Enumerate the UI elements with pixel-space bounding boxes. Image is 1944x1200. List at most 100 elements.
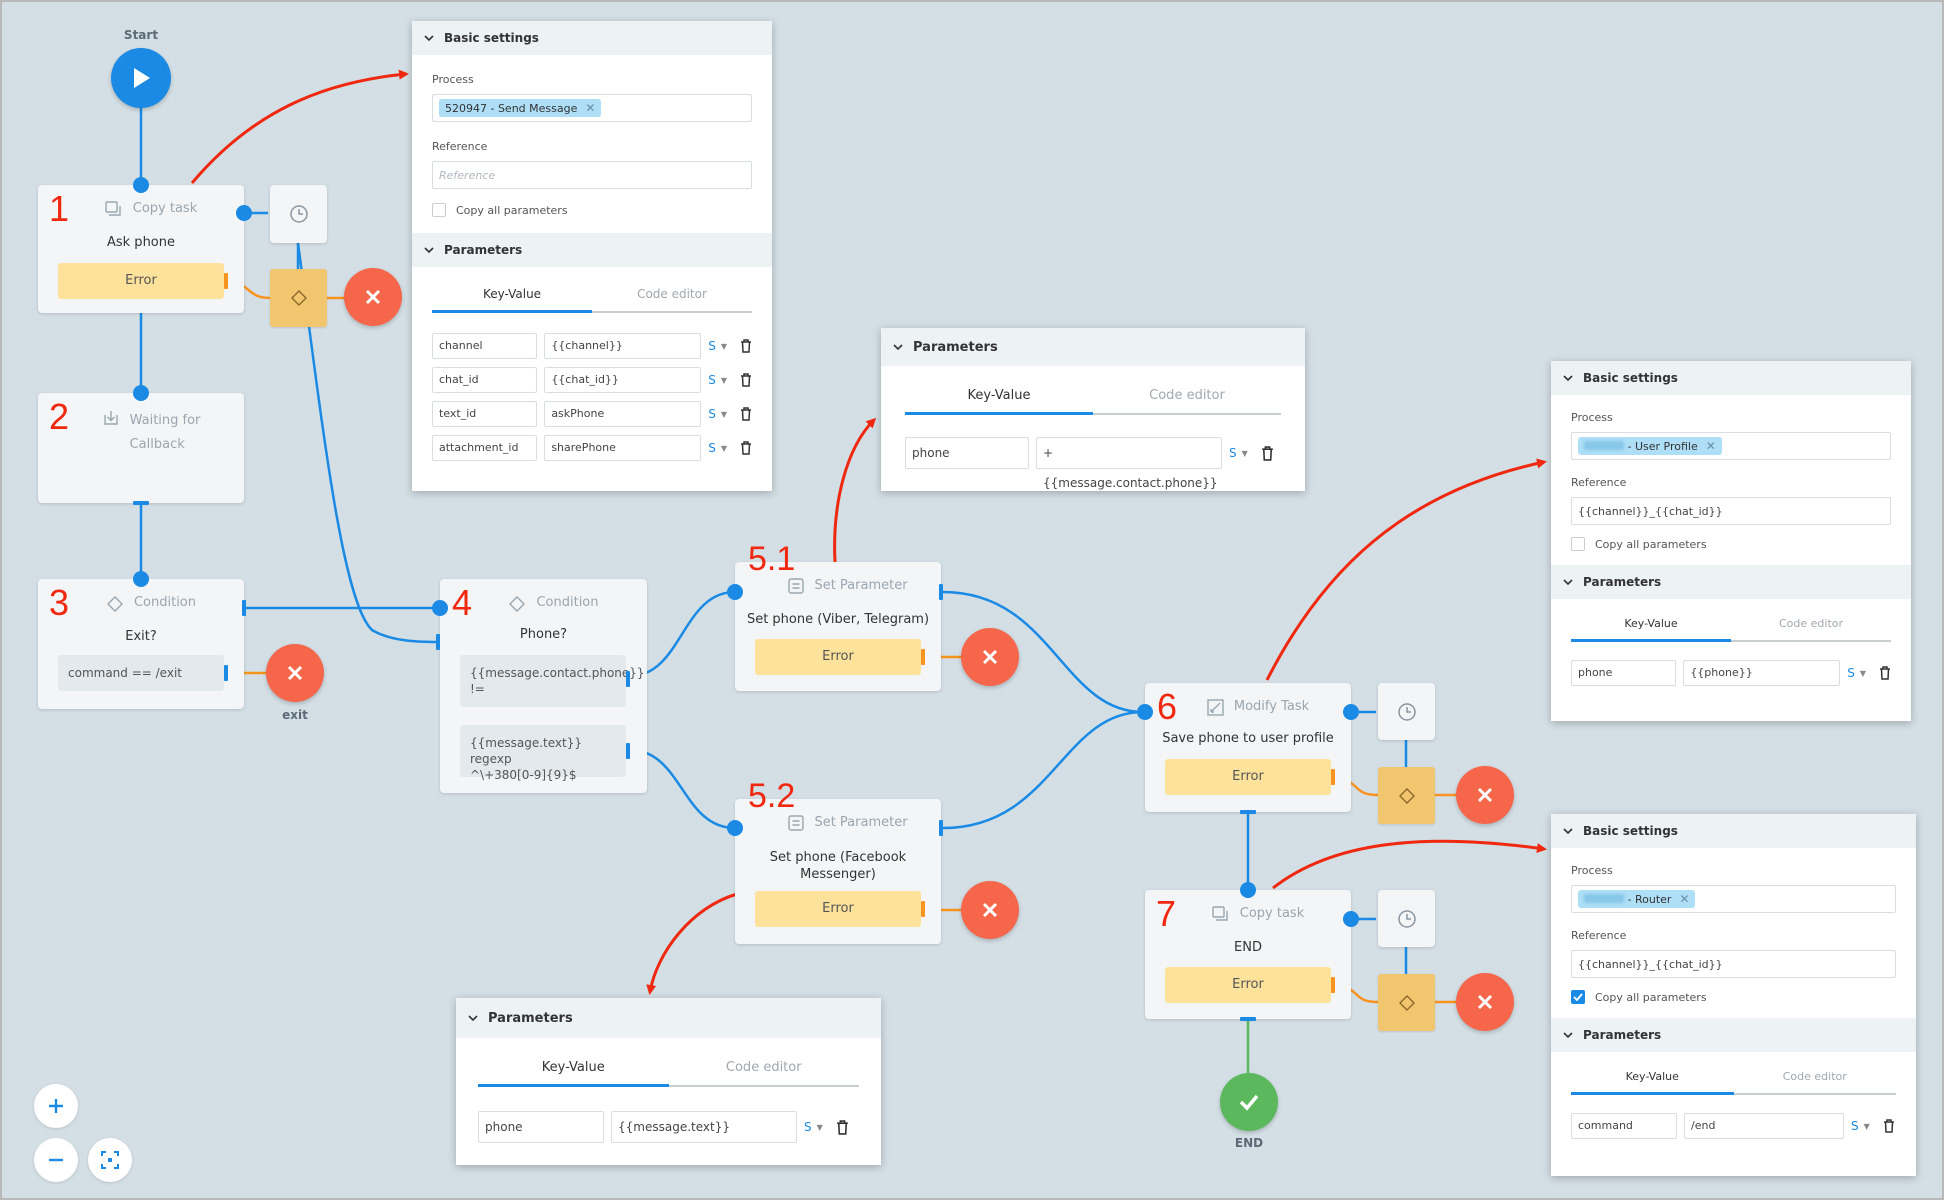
timer-node-6[interactable] [1378,683,1435,740]
fit-to-screen-button[interactable] [88,1138,132,1182]
tab-code-editor[interactable]: Code editor [1093,388,1281,413]
output-port[interactable] [939,820,943,836]
basic-settings-header[interactable]: Basic settings [1551,814,1916,848]
node-1-copy-task[interactable]: 1 Copy task Ask phone Error [38,185,244,313]
error-port[interactable] [921,901,925,917]
timer-port[interactable] [1343,704,1359,720]
basic-settings-header[interactable]: Basic settings [1551,361,1911,395]
input-port[interactable] [1240,882,1256,898]
remove-chip-icon[interactable]: ✕ [1679,892,1689,906]
parameters-header[interactable]: Parameters [412,233,772,267]
process-select[interactable]: 520947 - Send Message ✕ [432,94,752,122]
param-type-select[interactable]: S ▼ [804,1120,823,1134]
error-condition-node-1[interactable] [270,269,327,327]
param-value-input[interactable]: {{phone}} [1683,660,1841,686]
condition-expression[interactable]: {{message.contact.phone}} != [460,655,645,707]
remove-chip-icon[interactable]: ✕ [585,101,595,115]
error-port[interactable] [921,649,925,665]
node-3-condition[interactable]: 3 Condition Exit? command == /exit [38,579,246,709]
param-type-select[interactable]: S ▼ [708,441,727,455]
error-branch[interactable]: Error [58,263,224,299]
exit-end-button[interactable] [266,644,324,702]
zoom-in-button[interactable] [34,1084,78,1128]
zoom-out-button[interactable] [34,1138,78,1182]
parameters-header[interactable]: Parameters [456,998,881,1038]
output-port[interactable] [1240,1017,1256,1021]
node-7-copy-task[interactable]: 7 Copy task END Error [1145,890,1351,1019]
param-value-input[interactable]: {{message.text}} [611,1111,797,1143]
error-condition-node-6[interactable] [1378,767,1435,824]
condition-expression[interactable]: {{message.text}} regexp ^\+380[0-9]{9}$ [460,725,626,782]
param-value-input[interactable]: askPhone [544,401,702,427]
trash-icon[interactable] [1879,666,1891,680]
timer-node-1[interactable] [270,185,327,243]
param-type-select[interactable]: S ▼ [1847,666,1866,680]
error-port[interactable] [1331,769,1335,785]
error-branch[interactable]: Error [1165,967,1331,1003]
input-port-bar[interactable] [436,634,440,650]
trash-icon[interactable] [740,339,752,353]
param-key-input[interactable]: phone [905,437,1029,469]
param-type-select[interactable]: S ▼ [1851,1119,1870,1133]
param-type-select[interactable]: S ▼ [708,407,727,421]
node-2-waiting-for-callback[interactable]: 2 Waiting for Callback [38,393,244,503]
reference-input[interactable]: Reference [432,161,752,189]
copy-all-parameters-checkbox[interactable]: Copy all parameters [1571,537,1891,551]
error-port[interactable] [1331,977,1335,993]
checkbox[interactable] [432,203,446,217]
process-select[interactable]: - User Profile ✕ [1571,432,1891,460]
error-end-button[interactable] [1456,766,1514,824]
param-value-input[interactable]: {{channel}} [544,333,702,359]
parameters-header[interactable]: Parameters [1551,565,1911,599]
condition-port[interactable] [626,671,630,687]
tab-key-value[interactable]: Key-Value [1571,617,1731,640]
parameters-header[interactable]: Parameters [1551,1018,1916,1052]
input-port[interactable] [1137,704,1153,720]
input-port[interactable] [727,820,743,836]
param-key-input[interactable]: attachment_id [432,435,538,461]
output-port[interactable] [939,584,943,600]
reference-input[interactable]: {{channel}}_{{chat_id}} [1571,950,1896,978]
reference-input[interactable]: {{channel}}_{{chat_id}} [1571,497,1891,525]
trash-icon[interactable] [836,1119,849,1135]
else-port[interactable] [242,600,246,616]
tab-code-editor[interactable]: Code editor [669,1060,860,1085]
param-value-input[interactable]: sharePhone [544,435,702,461]
tab-key-value[interactable]: Key-Value [478,1060,669,1085]
param-value-input[interactable]: +{{message.contact.phone}} [1036,437,1222,490]
tab-key-value[interactable]: Key-Value [432,287,592,311]
error-branch[interactable]: Error [755,639,921,675]
param-type-select[interactable]: S ▼ [708,373,727,387]
trash-icon[interactable] [1883,1119,1895,1133]
error-branch[interactable]: Error [1165,759,1331,795]
param-key-input[interactable]: text_id [432,401,538,427]
param-value-input[interactable]: {{chat_id}} [544,367,702,393]
param-type-select[interactable]: S ▼ [1229,446,1248,460]
tab-code-editor[interactable]: Code editor [1731,617,1891,640]
tab-key-value[interactable]: Key-Value [1571,1070,1734,1093]
tab-key-value[interactable]: Key-Value [905,388,1093,413]
trash-icon[interactable] [740,441,752,455]
trash-icon[interactable] [740,407,752,421]
param-key-input[interactable]: channel [432,333,538,359]
error-port[interactable] [224,273,228,289]
node-5-2-set-parameter[interactable]: Set Parameter Set phone (Facebook Messen… [735,799,943,944]
start-button[interactable] [111,48,171,108]
parameters-header[interactable]: Parameters [881,328,1305,366]
error-end-button[interactable] [961,881,1019,939]
tab-code-editor[interactable]: Code editor [1734,1070,1897,1093]
condition-port[interactable] [626,743,630,759]
error-end-button[interactable] [1456,973,1514,1031]
condition-expression[interactable]: command == /exit [58,655,224,691]
input-port[interactable] [727,584,743,600]
condition-port[interactable] [224,665,228,681]
error-end-button[interactable] [961,628,1019,686]
timer-port[interactable] [236,205,252,221]
error-end-button[interactable] [344,268,402,326]
input-port[interactable] [432,600,448,616]
checkbox[interactable] [1571,537,1585,551]
param-value-input[interactable]: /end [1684,1113,1844,1139]
copy-all-parameters-checkbox[interactable]: Copy all parameters [1571,990,1896,1004]
input-port[interactable] [133,177,149,193]
param-key-input[interactable]: command [1571,1113,1677,1139]
